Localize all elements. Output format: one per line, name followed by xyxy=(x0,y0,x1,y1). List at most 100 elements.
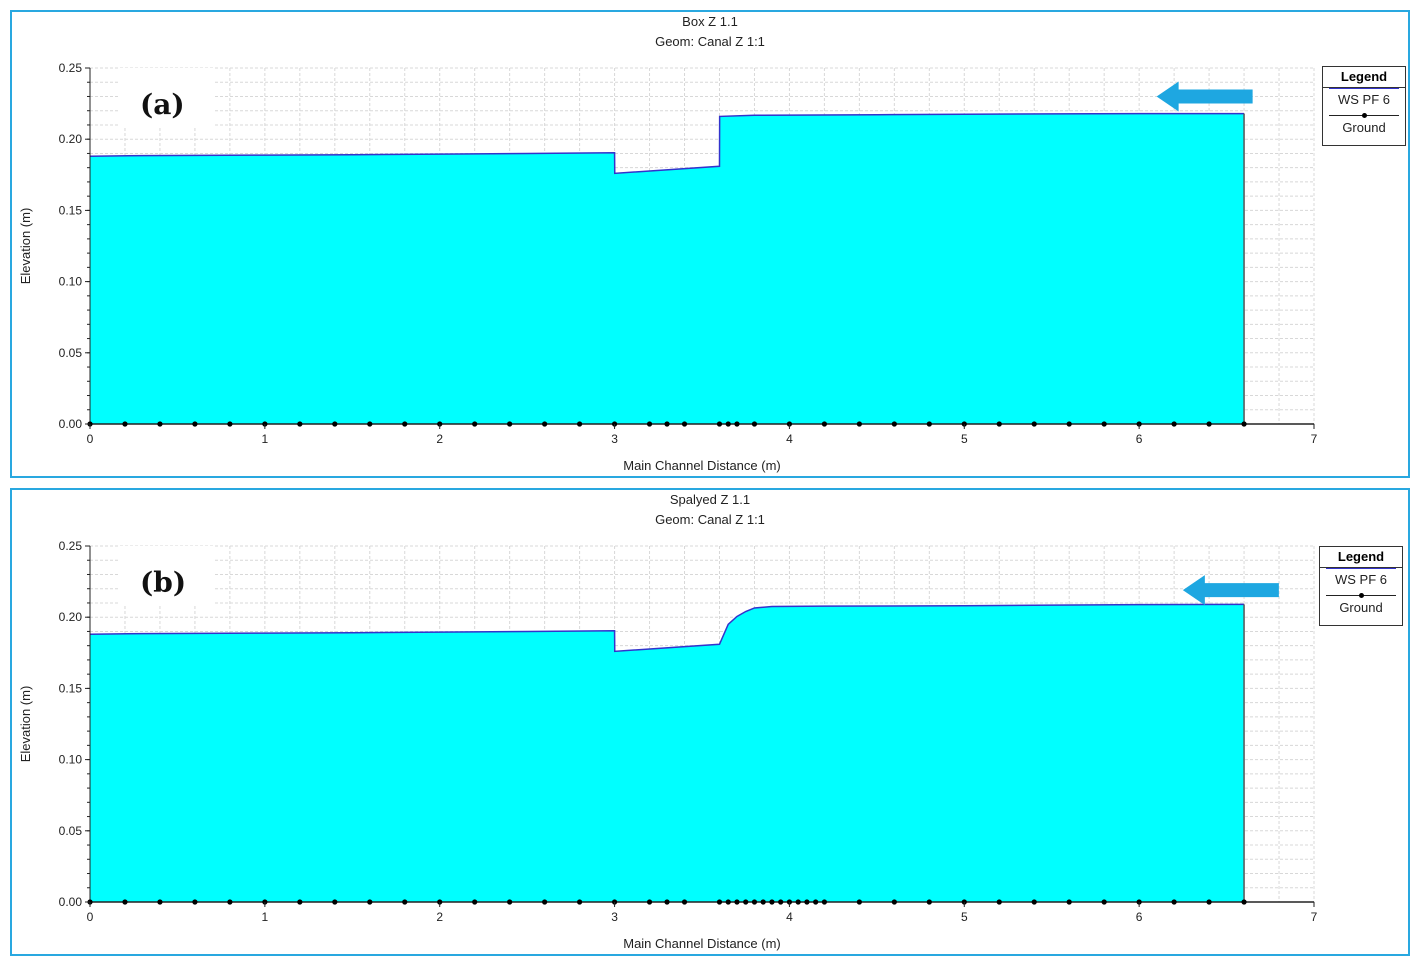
legend-title: Legend xyxy=(1323,67,1405,88)
plot-area: (a) 0 1 2 3 4 5 6 7 0.00 0.05 0.10 0.15 0.20 0.25 Main … xyxy=(18,61,1318,473)
ground-point xyxy=(926,899,932,905)
x-tick-label: 3 xyxy=(611,910,618,924)
y-tick-label: 0.25 xyxy=(59,539,83,553)
ground-point xyxy=(122,899,128,905)
ground-point xyxy=(1206,899,1212,905)
ground-point xyxy=(472,421,478,427)
legend: Legend WS PF 6 Ground xyxy=(1322,66,1406,146)
ground-point xyxy=(725,899,731,905)
ground-point xyxy=(1066,421,1072,427)
ground-point xyxy=(297,899,303,905)
x-tick-label: 4 xyxy=(786,432,793,446)
ground-point xyxy=(1031,421,1037,427)
panel-label: (a) xyxy=(140,88,185,121)
ground-point xyxy=(192,421,198,427)
ground-point xyxy=(157,899,163,905)
x-tick-label: 7 xyxy=(1311,432,1318,446)
ground-point xyxy=(1101,421,1107,427)
ground-point xyxy=(716,899,723,905)
ground-point xyxy=(664,899,670,905)
ground-point xyxy=(760,899,766,905)
ground-point xyxy=(681,421,688,427)
x-tick-label: 7 xyxy=(1311,910,1318,924)
y-tick-label: 0.00 xyxy=(59,417,83,431)
ground-point xyxy=(1171,421,1177,427)
ground-point xyxy=(996,899,1002,905)
y-tick-label: 0.20 xyxy=(59,610,83,624)
legend-entry-ws: WS PF 6 xyxy=(1337,92,1390,107)
x-tick-label: 6 xyxy=(1136,432,1143,446)
ground-point xyxy=(646,899,653,905)
flow-direction-arrow xyxy=(1156,81,1253,112)
ground-point xyxy=(402,899,408,905)
x-tick-label: 1 xyxy=(262,910,269,924)
ground-point xyxy=(856,421,862,427)
ground-point xyxy=(1206,421,1212,427)
ground-point xyxy=(297,421,303,427)
ground-point xyxy=(542,899,548,905)
x-axis-label: Main Channel Distance (m) xyxy=(623,458,781,473)
legend-ws-swatch xyxy=(1326,568,1396,569)
flow-direction-arrow xyxy=(1182,575,1279,606)
legend-entry-ground: Ground xyxy=(1342,120,1386,135)
x-tick-label: 4 xyxy=(786,910,793,924)
y-tick-label: 0.15 xyxy=(59,681,83,695)
ground-point xyxy=(681,899,688,905)
ground-point xyxy=(743,899,749,905)
ground-point xyxy=(367,421,373,427)
ground-point xyxy=(891,421,897,427)
legend-entry-ground: Ground xyxy=(1339,600,1383,615)
y-tick-label: 0.25 xyxy=(59,61,83,75)
ground-point xyxy=(716,421,723,427)
ground-point xyxy=(891,899,897,905)
ground-point xyxy=(192,899,198,905)
ground-point xyxy=(1101,899,1107,905)
ground-point xyxy=(1241,899,1247,905)
ground-point xyxy=(332,899,338,905)
ground-point xyxy=(751,421,758,427)
ground-point xyxy=(821,421,828,427)
ground-point xyxy=(664,421,670,427)
ground-point xyxy=(734,899,740,905)
water-surface-area xyxy=(90,113,1245,425)
x-axis-label: Main Channel Distance (m) xyxy=(623,936,781,951)
ground-point xyxy=(725,421,731,427)
x-tick-label: 5 xyxy=(961,910,968,924)
legend-ws-swatch xyxy=(1329,88,1399,89)
ground-point xyxy=(1031,899,1037,905)
legend-entry-ws: WS PF 6 xyxy=(1334,572,1387,587)
ground-point xyxy=(804,899,810,905)
ground-point xyxy=(227,421,233,427)
x-tick-label: 0 xyxy=(87,432,94,446)
y-tick-label: 0.15 xyxy=(59,203,83,217)
chart-panel-a: Box Z 1.1 Geom: Canal Z 1:1 (a) 0 1 2 3 4 5 6 7 0… xyxy=(10,10,1410,478)
x-tick-label: 5 xyxy=(961,432,968,446)
x-tick-label: 3 xyxy=(611,432,618,446)
ground-point xyxy=(1241,421,1247,427)
ground-point xyxy=(507,899,513,905)
ground-point xyxy=(332,421,338,427)
panel-label: (b) xyxy=(140,566,186,599)
ground-point xyxy=(367,899,373,905)
legend-title: Legend xyxy=(1320,547,1402,568)
ground-point xyxy=(542,421,548,427)
ground-point xyxy=(646,421,653,427)
ground-point xyxy=(1171,899,1177,905)
ground-point xyxy=(926,421,932,427)
ground-point xyxy=(778,899,784,905)
ground-point xyxy=(856,899,862,905)
y-tick-label: 0.20 xyxy=(59,132,83,146)
y-axis-label: Elevation (m) xyxy=(18,686,33,763)
ground-point xyxy=(813,899,819,905)
legend-ground-marker xyxy=(1359,593,1364,598)
x-tick-label: 0 xyxy=(87,910,94,924)
y-axis-label: Elevation (m) xyxy=(18,208,33,285)
plot-area: (b) 0 1 2 3 4 5 6 7 0.00 0.05 0.10 0.15 0.20 0.25 Main … xyxy=(18,539,1318,951)
ground-point xyxy=(227,899,233,905)
ground-point xyxy=(769,899,775,905)
ground-point xyxy=(577,899,583,905)
ground-point xyxy=(996,421,1002,427)
y-tick-label: 0.10 xyxy=(59,275,83,289)
x-tick-label: 2 xyxy=(436,910,443,924)
y-tick-label: 0.05 xyxy=(59,346,83,360)
